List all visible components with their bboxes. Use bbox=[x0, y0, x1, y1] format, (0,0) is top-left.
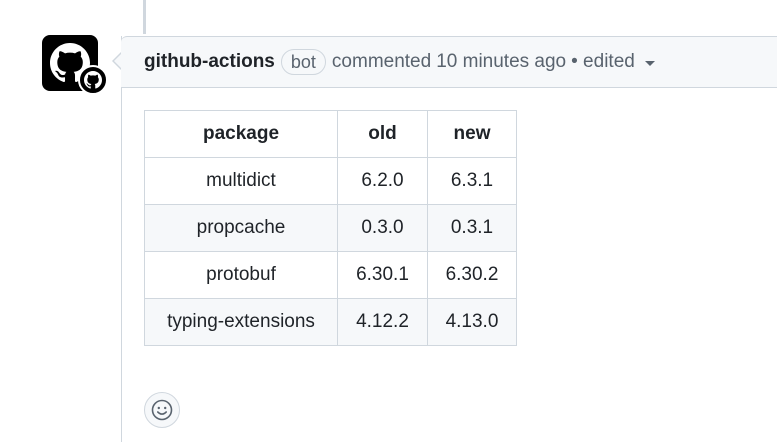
package-update-table: package old new multidict 6.2.0 6.3.1 pr… bbox=[144, 110, 517, 346]
comment-action: commented bbox=[331, 51, 432, 72]
old-version-cell: 4.12.2 bbox=[337, 298, 428, 346]
new-version-cell: 0.3.1 bbox=[427, 204, 517, 252]
comment-pointer-fill bbox=[114, 53, 122, 69]
old-version-cell: 0.3.0 bbox=[337, 204, 428, 252]
smiley-icon bbox=[151, 399, 173, 421]
column-header-new: new bbox=[427, 110, 517, 158]
package-name-cell: typing-extensions bbox=[144, 298, 338, 346]
comment-left-border bbox=[121, 36, 122, 442]
comment-author-link[interactable]: github-actions bbox=[144, 51, 275, 73]
package-name-cell: multidict bbox=[144, 157, 338, 205]
issue-timeline: github-actions bot commented 10 minutes … bbox=[0, 0, 777, 442]
new-version-cell: 4.13.0 bbox=[427, 298, 517, 346]
new-version-cell: 6.3.1 bbox=[427, 157, 517, 205]
package-name-cell: propcache bbox=[144, 204, 338, 252]
column-header-old: old bbox=[337, 110, 428, 158]
table-row: multidict 6.2.0 6.3.1 bbox=[144, 157, 517, 205]
new-version-cell: 6.30.2 bbox=[427, 251, 517, 299]
caret-down-icon[interactable] bbox=[644, 60, 655, 66]
add-reaction-button[interactable] bbox=[144, 392, 180, 428]
bot-badge-avatar bbox=[78, 65, 108, 95]
timeline-rail bbox=[143, 0, 146, 34]
old-version-cell: 6.30.1 bbox=[337, 251, 428, 299]
avatar[interactable] bbox=[42, 35, 108, 95]
github-mark-icon bbox=[84, 71, 102, 89]
comment-header: github-actions bot commented 10 minutes … bbox=[121, 36, 777, 88]
old-version-cell: 6.2.0 bbox=[337, 157, 428, 205]
bot-label: bot bbox=[280, 49, 326, 75]
table-header-row: package old new bbox=[144, 110, 517, 158]
table-row: propcache 0.3.0 0.3.1 bbox=[144, 204, 517, 252]
column-header-package: package bbox=[144, 110, 338, 158]
table-row: protobuf 6.30.1 6.30.2 bbox=[144, 251, 517, 299]
package-name-cell: protobuf bbox=[144, 251, 338, 299]
comment-timestamp-link[interactable]: 10 minutes ago bbox=[436, 51, 566, 73]
edited-indicator[interactable]: • edited bbox=[571, 51, 635, 73]
table-row: typing-extensions 4.12.2 4.13.0 bbox=[144, 298, 517, 346]
